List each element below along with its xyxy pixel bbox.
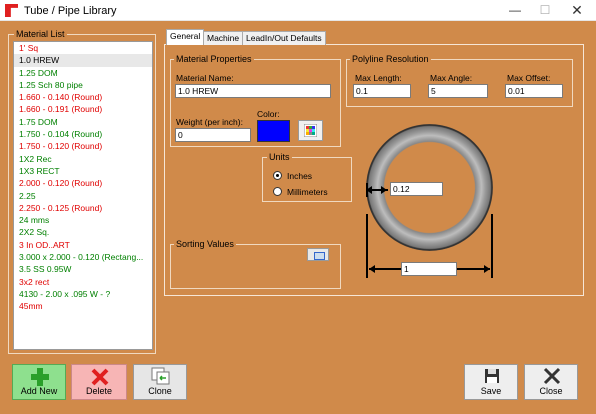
- material-list-item[interactable]: 1X3 RECT: [14, 165, 152, 177]
- close-window-button[interactable]: ✕: [562, 1, 592, 20]
- plus-icon: [31, 368, 49, 386]
- max-offset-field[interactable]: 0.01: [505, 84, 563, 98]
- window-title: Tube / Pipe Library: [24, 5, 117, 17]
- title-bar: Tube / Pipe Library — ☐ ✕: [0, 0, 596, 21]
- material-list-title: Material List: [14, 29, 67, 39]
- delete-button[interactable]: Delete: [71, 364, 127, 400]
- units-title: Units: [267, 152, 292, 162]
- diameter-left-extension: [366, 214, 368, 278]
- material-list-item[interactable]: 4130 - 2.00 x .095 W - ?: [14, 288, 152, 300]
- material-list-item[interactable]: 3 In OD..ART: [14, 239, 152, 251]
- close-button[interactable]: Close: [524, 364, 578, 400]
- material-list-item[interactable]: 2.250 - 0.125 (Round): [14, 202, 152, 214]
- close-label: Close: [539, 386, 563, 396]
- material-list-item[interactable]: 1X2 Rec: [14, 153, 152, 165]
- clone-label: Clone: [148, 386, 172, 396]
- material-list-item[interactable]: 3.5 SS 0.95W: [14, 263, 152, 275]
- material-list-item[interactable]: 1.750 - 0.120 (Round): [14, 140, 152, 152]
- inches-radio[interactable]: [273, 171, 282, 180]
- material-list-item[interactable]: 1.0 HREW: [14, 54, 152, 67]
- app-icon: [5, 4, 18, 17]
- diameter-right-extension: [491, 214, 493, 278]
- material-list-item[interactable]: 1.750 - 0.104 (Round): [14, 128, 152, 140]
- sorting-values-title: Sorting Values: [174, 239, 236, 249]
- palette-icon: [304, 124, 317, 137]
- material-list[interactable]: 1' Sq 1.0 HREW 1.25 DOM 1.25 Sch 80 pipe 1.6…: [13, 41, 153, 350]
- material-list-item[interactable]: 1.25 DOM: [14, 67, 152, 79]
- diameter-arrow-right-icon: [484, 265, 490, 273]
- polyline-resolution-title: Polyline Resolution: [350, 54, 431, 64]
- material-list-item[interactable]: 45mm: [14, 300, 152, 312]
- delete-label: Delete: [85, 386, 112, 396]
- material-list-item[interactable]: 3x2 rect: [14, 276, 152, 288]
- material-list-item[interactable]: 1.25 Sch 80 pipe: [14, 79, 152, 91]
- add-new-button[interactable]: Add New: [12, 364, 66, 400]
- max-angle-field[interactable]: 5: [428, 84, 488, 98]
- clone-icon: [151, 367, 170, 385]
- material-list-item[interactable]: 1.660 - 0.191 (Round): [14, 103, 152, 115]
- material-list-item[interactable]: 24 mms: [14, 214, 152, 226]
- max-offset-label: Max Offset:: [507, 73, 551, 83]
- tab-general[interactable]: General: [166, 29, 205, 45]
- wall-arrow-right-icon: [381, 186, 387, 194]
- max-angle-label: Max Angle:: [430, 73, 473, 83]
- clone-button[interactable]: Clone: [133, 364, 187, 400]
- close-x-icon: [543, 367, 561, 385]
- color-swatch[interactable]: [257, 120, 290, 142]
- sorting-values-button[interactable]: [307, 248, 329, 261]
- tab-machine[interactable]: Machine: [203, 31, 244, 45]
- material-list-item[interactable]: 1.75 DOM: [14, 116, 152, 128]
- millimeters-radio[interactable]: [273, 187, 282, 196]
- material-list-item[interactable]: 1.660 - 0.140 (Round): [14, 91, 152, 103]
- material-list-item[interactable]: 1' Sq: [14, 42, 152, 54]
- polyline-resolution-group: [346, 59, 573, 107]
- floppy-disk-icon: [485, 369, 499, 383]
- material-name-field[interactable]: 1.0 HREW: [175, 84, 331, 98]
- weight-field[interactable]: 0: [175, 128, 251, 142]
- material-name-label: Material Name:: [176, 73, 234, 83]
- material-list-item[interactable]: 2X2 Sq.: [14, 226, 152, 238]
- delete-x-icon: [91, 368, 109, 386]
- color-label: Color:: [257, 109, 280, 119]
- tab-leadin-out-defaults[interactable]: LeadIn/Out Defaults: [242, 31, 326, 45]
- millimeters-label: Millimeters: [287, 187, 328, 197]
- minimize-button[interactable]: —: [500, 1, 530, 20]
- max-length-field[interactable]: 0.1: [353, 84, 411, 98]
- material-list-item[interactable]: 2.000 - 0.120 (Round): [14, 177, 152, 189]
- inches-label: Inches: [287, 171, 313, 181]
- save-label: Save: [480, 386, 502, 396]
- diameter-field[interactable]: 1: [401, 262, 457, 276]
- maximize-button[interactable]: ☐: [530, 1, 560, 20]
- wall-thickness-field[interactable]: 0.12: [390, 182, 443, 196]
- save-button[interactable]: Save: [464, 364, 518, 400]
- material-list-item[interactable]: 3.000 x 2.000 - 0.120 (Rectang...: [14, 251, 152, 263]
- max-length-label: Max Length:: [355, 73, 402, 83]
- add-new-label: Add New: [20, 386, 58, 396]
- color-picker-button[interactable]: [298, 120, 323, 141]
- material-list-item[interactable]: 2.25: [14, 190, 152, 202]
- wall-arrow-left-icon: [366, 186, 372, 194]
- weight-label: Weight (per inch):: [176, 117, 243, 127]
- diameter-arrow-left-icon: [369, 265, 375, 273]
- material-properties-title: Material Properties: [174, 54, 254, 64]
